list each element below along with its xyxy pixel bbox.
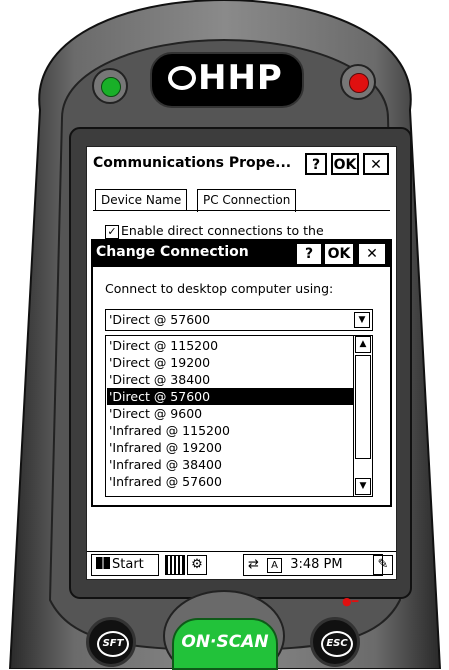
settings-icon[interactable]: ⚙ bbox=[187, 555, 207, 575]
change-connection-dialog: Change Connection ? OK ✕ Connect to desk… bbox=[91, 239, 392, 507]
enable-direct-checkbox[interactable]: ✓ bbox=[105, 225, 119, 239]
list-item[interactable]: 'Infrared @ 38400 bbox=[107, 456, 353, 473]
list-item[interactable]: 'Direct @ 115200 bbox=[107, 337, 353, 354]
connect-prompt: Connect to desktop computer using: bbox=[105, 281, 334, 296]
list-item[interactable]: 'Infrared @ 57600 bbox=[107, 473, 353, 490]
list-item-selected[interactable]: 'Direct @ 57600 bbox=[107, 388, 353, 405]
clock[interactable]: 3:48 PM bbox=[290, 557, 342, 572]
status-led-red-icon bbox=[340, 64, 376, 100]
keyboard-icon[interactable] bbox=[165, 555, 185, 575]
list-item[interactable]: 'Direct @ 38400 bbox=[107, 371, 353, 388]
tab-device-name[interactable]: Device Name bbox=[95, 189, 188, 211]
brand-logo: HHP bbox=[150, 52, 304, 108]
dialog-close-button[interactable]: ✕ bbox=[359, 244, 385, 264]
windows-flag-icon bbox=[96, 557, 110, 569]
esc-key-label: ESC bbox=[321, 631, 353, 657]
enable-direct-label: Enable direct connections to the bbox=[121, 223, 324, 238]
input-mode-indicator[interactable]: A bbox=[267, 558, 283, 573]
connection-icon[interactable]: ⇄ bbox=[248, 557, 259, 572]
status-led-green-icon bbox=[92, 68, 128, 104]
list-scrollbar[interactable]: ▲ ▼ bbox=[353, 336, 372, 496]
dialog-title-bar: Change Connection ? OK ✕ bbox=[93, 241, 390, 267]
led-green-light bbox=[101, 77, 121, 97]
scan-key[interactable]: ON·SCAN bbox=[172, 618, 278, 670]
start-label: Start bbox=[112, 557, 144, 572]
connection-list: 'Direct @ 115200 'Direct @ 19200 'Direct… bbox=[105, 335, 373, 497]
list-item[interactable]: 'Infrared @ 19200 bbox=[107, 439, 353, 456]
start-button[interactable]: Start bbox=[91, 554, 159, 576]
system-tray: ⇄ A 3:48 PM bbox=[243, 554, 383, 576]
sft-key-label: SFT bbox=[97, 631, 129, 657]
window-title: Communications Prope... bbox=[93, 155, 292, 171]
list-item[interactable]: 'Direct @ 19200 bbox=[107, 354, 353, 371]
scroll-up-icon[interactable]: ▲ bbox=[355, 336, 371, 353]
dialog-ok-button[interactable]: OK bbox=[325, 244, 353, 264]
close-button[interactable]: ✕ bbox=[363, 153, 389, 175]
dialog-title: Change Connection bbox=[96, 244, 249, 260]
sip-pencil-icon[interactable]: ✎ bbox=[373, 555, 393, 575]
scroll-down-icon[interactable]: ▼ bbox=[355, 478, 371, 495]
power-icon: ●━ bbox=[342, 595, 359, 608]
dropdown-value: 'Direct @ 57600 bbox=[109, 312, 211, 327]
tab-pc-connection[interactable]: PC Connection bbox=[197, 189, 297, 212]
esc-key[interactable]: ESC bbox=[310, 617, 360, 667]
taskbar: Start ⚙ ⇄ A 3:48 PM ✎ bbox=[87, 551, 396, 579]
list-item[interactable]: 'Infrared @ 115200 bbox=[107, 422, 353, 439]
ok-button[interactable]: OK bbox=[331, 153, 359, 175]
dialog-help-button[interactable]: ? bbox=[297, 244, 321, 264]
list-item[interactable]: 'Direct @ 9600 bbox=[107, 405, 353, 422]
scrollbar-thumb[interactable] bbox=[355, 355, 371, 459]
scan-key-label: ON·SCAN bbox=[181, 632, 269, 652]
brand-swoosh-icon bbox=[168, 66, 196, 90]
connection-dropdown[interactable]: 'Direct @ 57600 ▼ bbox=[105, 309, 373, 331]
led-red-light bbox=[349, 73, 369, 93]
device-screen: Communications Prope... ? OK ✕ Device Na… bbox=[86, 146, 397, 580]
sft-key[interactable]: SFT bbox=[86, 617, 136, 667]
tab-divider bbox=[93, 210, 390, 211]
help-button[interactable]: ? bbox=[305, 153, 327, 175]
chevron-down-icon[interactable]: ▼ bbox=[354, 312, 370, 328]
brand-name: HHP bbox=[198, 58, 283, 98]
